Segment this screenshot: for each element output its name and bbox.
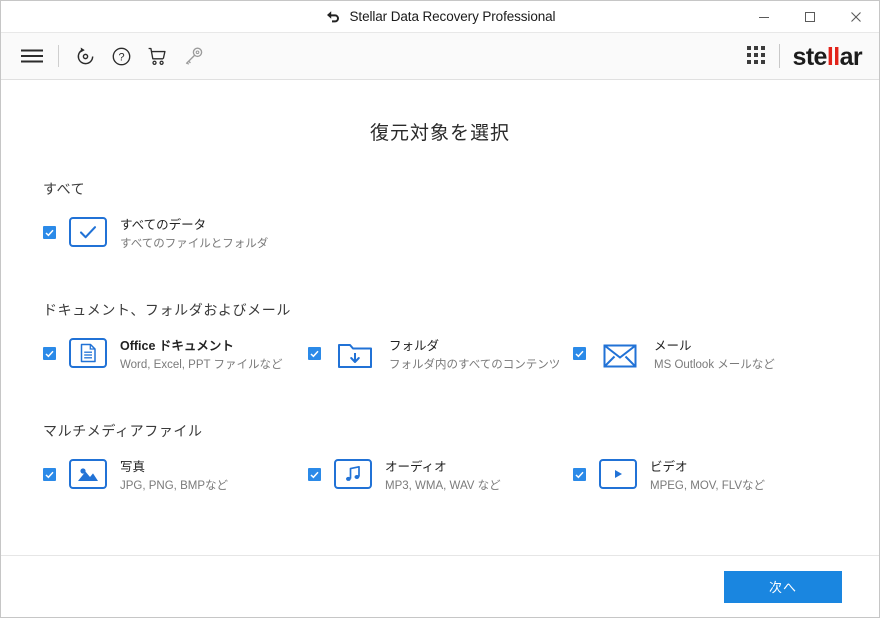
section-multimedia: マルチメディアファイル 写真 JPG, PNG, BMPなど オーディオ MP3… [1, 421, 879, 494]
item-label: Office ドキュメント [120, 339, 234, 353]
item-audio[interactable]: オーディオ MP3, WMA, WAV など [308, 457, 573, 494]
item-label: メール [654, 339, 692, 353]
checkbox-audio[interactable] [308, 468, 321, 481]
item-label: オーディオ [385, 460, 447, 474]
item-sublabel: MPEG, MOV, FLVなど [650, 480, 766, 492]
checkbox-folder[interactable] [308, 347, 321, 360]
section-documents: ドキュメント、フォルダおよびメール Office ドキュメント Word, Ex… [1, 300, 879, 373]
item-office-documents[interactable]: Office ドキュメント Word, Excel, PPT ファイルなど [43, 336, 308, 373]
toolbar-divider [58, 45, 59, 67]
item-mail[interactable]: メール MS Outlook メールなど [573, 336, 838, 373]
item-texts: メール MS Outlook メールなど [654, 336, 775, 373]
item-texts: Office ドキュメント Word, Excel, PPT ファイルなど [120, 336, 283, 373]
folder-download-icon [334, 338, 376, 372]
back-arrow-icon[interactable] [325, 10, 341, 24]
item-label: ビデオ [650, 460, 688, 474]
checkbox-mail[interactable] [573, 347, 586, 360]
item-texts: フォルダ フォルダ内のすべてのコンテンツ [389, 336, 560, 373]
footer-bar: 次へ [1, 555, 879, 617]
section-title: すべて [43, 181, 86, 197]
item-video[interactable]: ビデオ MPEG, MOV, FLVなど [573, 457, 838, 494]
window-title: Stellar Data Recovery Professional [349, 9, 556, 24]
checkbox-office-documents[interactable] [43, 347, 56, 360]
key-icon[interactable] [176, 39, 210, 73]
music-note-icon [334, 459, 372, 489]
logo-divider [778, 44, 780, 68]
item-texts: オーディオ MP3, WMA, WAV など [385, 457, 501, 494]
toolbar-left-group: ? [15, 39, 210, 73]
item-all-data[interactable]: すべてのデータ すべてのファイルとフォルダ [43, 215, 308, 252]
item-sublabel: MS Outlook メールなど [654, 359, 775, 371]
svg-text:?: ? [118, 51, 124, 63]
item-sublabel: MP3, WMA, WAV など [385, 480, 501, 492]
toolbar-right-group: stellar [746, 42, 863, 71]
item-sublabel: JPG, PNG, BMPなど [120, 480, 228, 492]
close-button[interactable] [833, 1, 879, 32]
checkbox-video[interactable] [573, 468, 586, 481]
item-sublabel: すべてのファイルとフォルダ [120, 238, 269, 250]
toolbar: ? stellar [1, 33, 879, 80]
logo-suffix: ar [839, 42, 863, 71]
item-texts: ビデオ MPEG, MOV, FLVなど [650, 457, 765, 494]
item-photo[interactable]: 写真 JPG, PNG, BMPなど [43, 457, 308, 494]
checkbox-photo[interactable] [43, 468, 56, 481]
logo-prefix: ste [792, 42, 828, 71]
document-icon [69, 338, 107, 368]
section-row: Office ドキュメント Word, Excel, PPT ファイルなど フォ… [43, 336, 879, 373]
section-title: マルチメディアファイル [43, 423, 203, 439]
title-bar: Stellar Data Recovery Professional [1, 1, 879, 33]
section-all: すべて すべてのデータ すべてのファイルとフォルダ [1, 179, 879, 252]
item-folder[interactable]: フォルダ フォルダ内のすべてのコンテンツ [308, 336, 573, 373]
logo-accent: ll [826, 42, 840, 71]
apps-grid-icon[interactable] [746, 46, 767, 66]
item-sublabel: Word, Excel, PPT ファイルなど [120, 359, 283, 371]
maximize-button[interactable] [787, 1, 833, 32]
minimize-button[interactable] [741, 1, 787, 32]
item-texts: すべてのデータ すべてのファイルとフォルダ [120, 215, 268, 252]
recovery-refresh-icon[interactable] [68, 39, 102, 73]
window-controls [741, 1, 879, 32]
check-mark-icon [69, 217, 107, 247]
page-title: 復元対象を選択 [369, 123, 510, 144]
section-title: ドキュメント、フォルダおよびメール [43, 302, 291, 318]
stellar-logo: stellar [792, 42, 863, 71]
item-texts: 写真 JPG, PNG, BMPなど [120, 457, 228, 494]
section-row: 写真 JPG, PNG, BMPなど オーディオ MP3, WMA, WAV な… [43, 457, 879, 494]
main-content: 復元対象を選択 すべて すべてのデータ すべてのファイルとフォルダ ドキュメント… [1, 80, 879, 555]
play-icon [599, 459, 637, 489]
envelope-icon [599, 338, 641, 372]
next-button[interactable]: 次へ [724, 570, 842, 603]
hamburger-menu-icon[interactable] [15, 39, 49, 73]
app-window: Stellar Data Recovery Professional ? ste… [0, 0, 880, 618]
help-icon[interactable]: ? [104, 39, 138, 73]
checkbox-all-data[interactable] [43, 226, 56, 239]
photo-icon [69, 459, 107, 489]
item-sublabel: フォルダ内のすべてのコンテンツ [389, 359, 561, 371]
cart-icon[interactable] [140, 39, 174, 73]
section-row: すべてのデータ すべてのファイルとフォルダ [43, 215, 879, 252]
item-label: 写真 [120, 460, 146, 474]
item-label: すべてのデータ [120, 218, 207, 232]
item-label: フォルダ [389, 339, 440, 353]
